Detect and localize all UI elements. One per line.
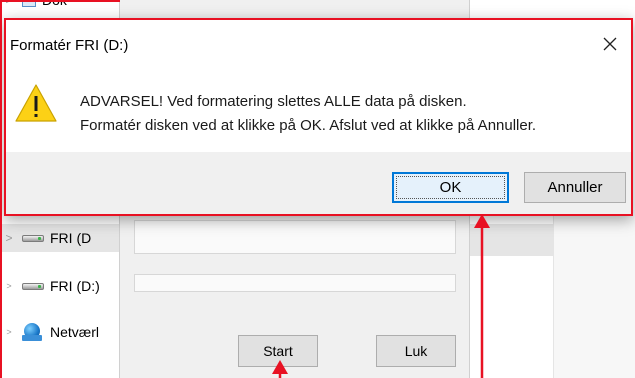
- tree-item-label: Netværl: [50, 324, 100, 340]
- tree-item-fri[interactable]: > FRI (D:): [0, 272, 120, 300]
- annotation-arrow-to-ok: [474, 214, 490, 378]
- dialog-content: ADVARSEL! Ved formatering slettes ALLE d…: [6, 70, 631, 152]
- dialog-button-bar: OK Annuller: [6, 152, 631, 214]
- content-pane: [553, 210, 635, 378]
- tree-item-label: FRI (D: [50, 230, 92, 246]
- warning-message-line-2: Formatér disken ved at klikke på OK. Afs…: [80, 117, 537, 134]
- volume-label-field[interactable]: [134, 220, 456, 254]
- cancel-button[interactable]: Annuller: [524, 172, 626, 203]
- tree-item-fri-selected[interactable]: > FRI (D: [0, 224, 120, 252]
- close-icon[interactable]: [595, 30, 625, 58]
- annotation-frame-left: [0, 0, 2, 378]
- dialog-title: Formatér FRI (D:): [10, 37, 129, 54]
- chevron-right-icon[interactable]: >: [0, 231, 18, 245]
- format-progress-bar: [134, 274, 456, 292]
- drive-icon: [22, 233, 44, 243]
- tree-item-label: FRI (D:): [50, 278, 100, 294]
- close-button[interactable]: Luk: [376, 335, 456, 367]
- network-icon: [22, 323, 44, 341]
- dialog-title-bar[interactable]: Formatér FRI (D:): [6, 20, 631, 70]
- tree-item-documents[interactable]: > Dok: [0, 0, 120, 14]
- format-warning-dialog: Formatér FRI (D:) ADVARSEL! Ved formater…: [4, 18, 633, 216]
- warning-message-line-1: ADVARSEL! Ved formatering slettes ALLE d…: [80, 93, 467, 110]
- annotation-frame-top: [0, 0, 120, 2]
- chevron-right-icon[interactable]: >: [0, 281, 18, 291]
- chevron-right-icon[interactable]: >: [0, 327, 18, 337]
- annotation-arrow-to-start: [272, 360, 288, 378]
- drive-icon: [22, 281, 44, 291]
- warning-icon: [14, 83, 58, 123]
- ok-button[interactable]: OK: [392, 172, 509, 203]
- tree-item-network[interactable]: > Netværl: [0, 318, 120, 346]
